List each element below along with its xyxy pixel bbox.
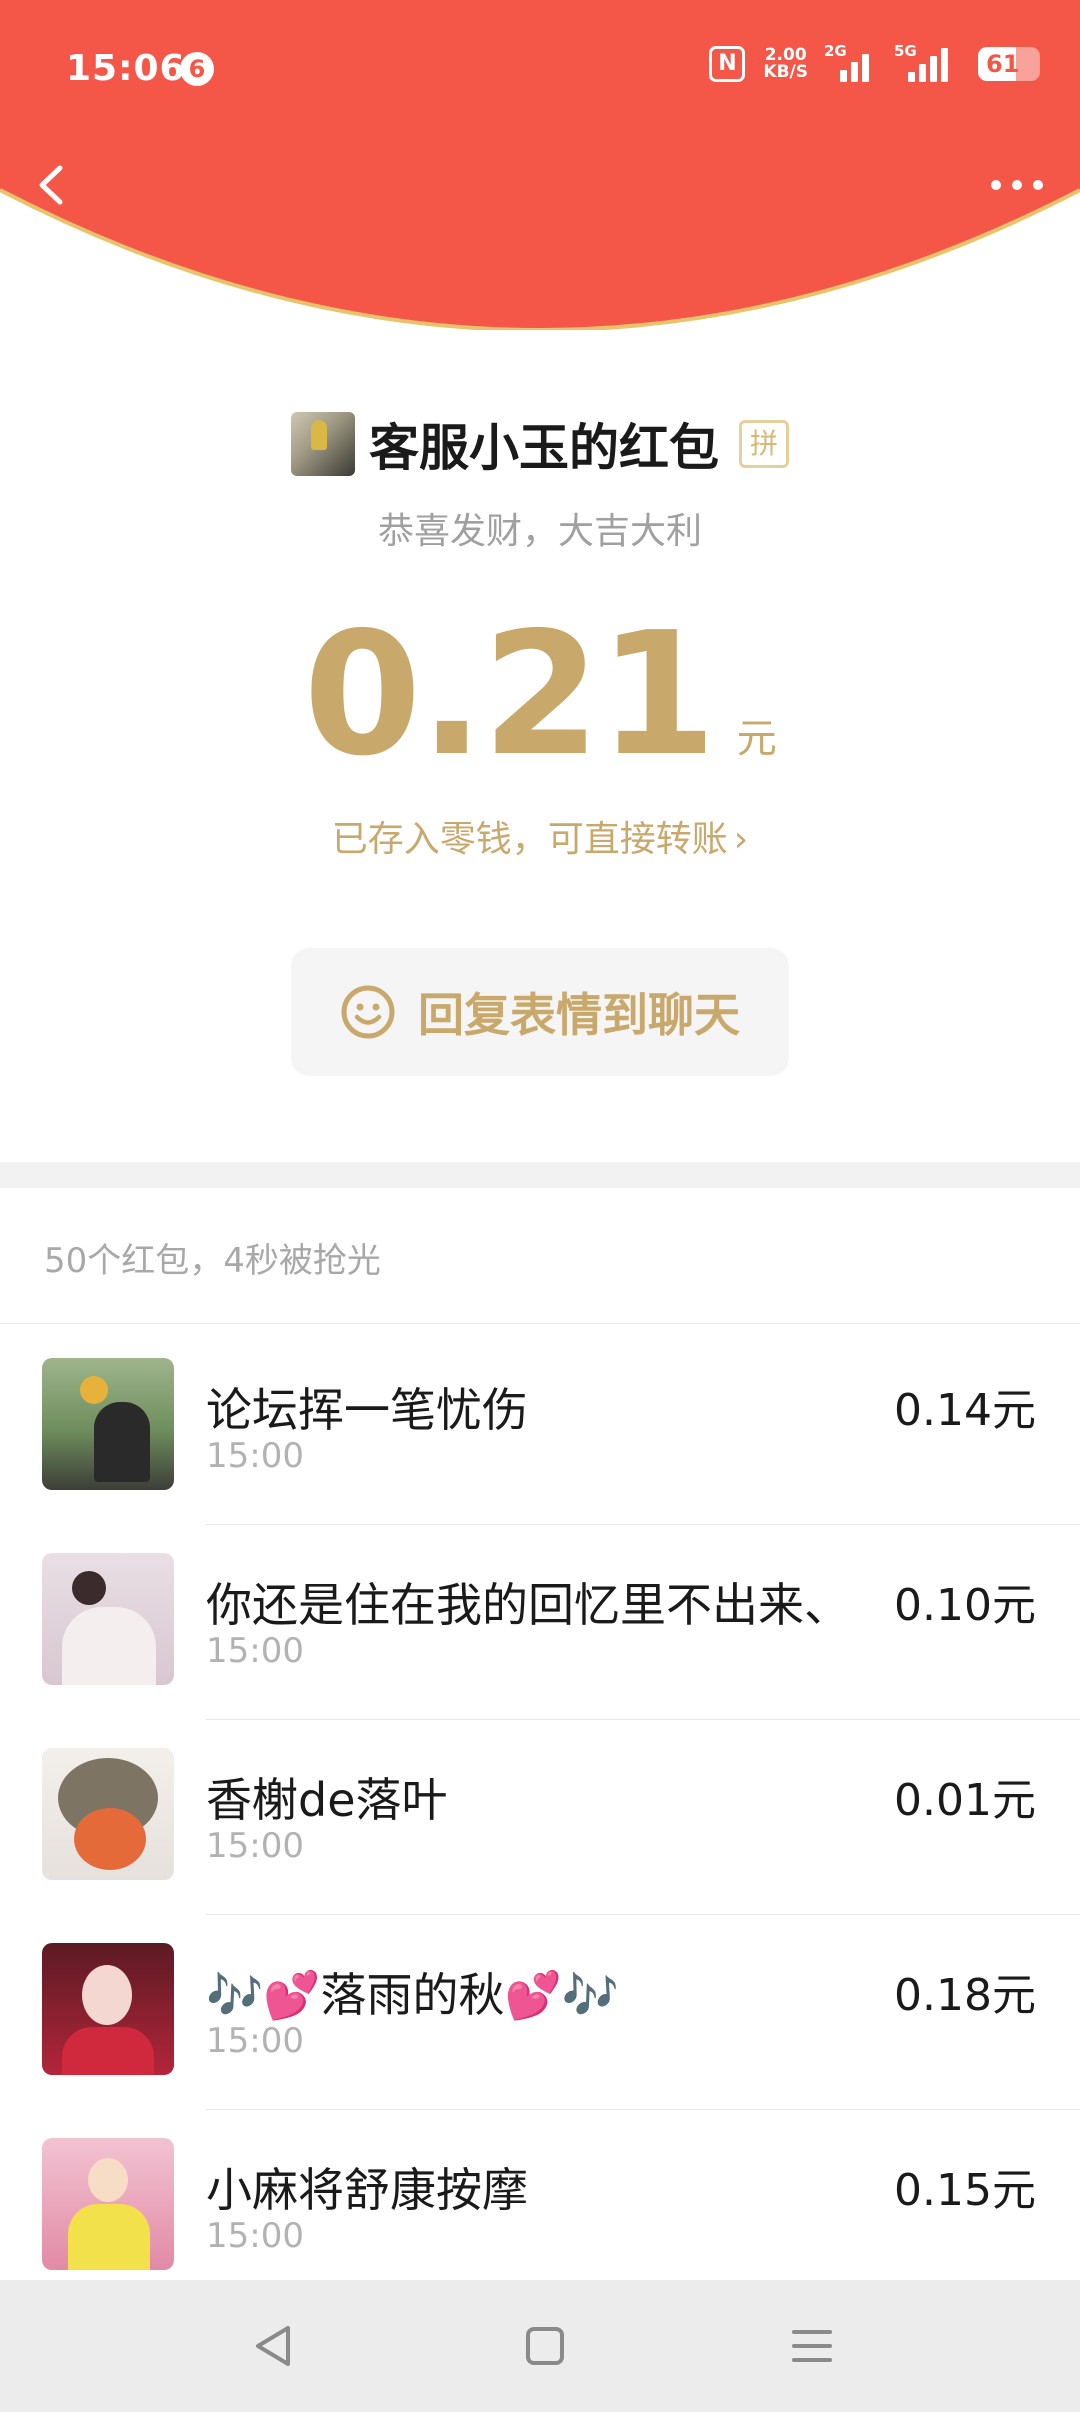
recipient-row[interactable]: 论坛挥一笔忧伤 15:00 0.14元 [0,1330,1080,1525]
sim2-network-label: 5G [894,42,917,60]
top-nav [0,150,1080,220]
recipient-amount: 0.18元 [894,1970,1036,2021]
recipient-time: 15:00 [206,2021,304,2061]
summary-divider [0,1323,1080,1324]
recipient-list: 论坛挥一笔忧伤 15:00 0.14元 你还是住在我的回忆里不出来、 15:00… [0,1330,1080,2305]
chevron-left-icon [39,165,63,205]
system-nav-bar [0,2280,1080,2412]
recipient-row[interactable]: 你还是住在我的回忆里不出来、 15:00 0.10元 [0,1525,1080,1720]
nav-home-button[interactable] [517,2318,573,2374]
notification-count-badge: 6 [180,52,214,86]
section-divider [0,1162,1080,1188]
network-speed-unit: KB/S [763,62,808,82]
recipient-amount: 0.10元 [894,1580,1036,1631]
triangle-back-icon [256,2326,290,2366]
chevron-right-icon: › [733,819,749,860]
recipient-time: 15:00 [206,2216,304,2256]
recipient-amount: 0.15元 [894,2165,1036,2216]
more-dots-icon [991,180,1043,190]
recipient-name: 论坛挥一笔忧伤 [206,1383,528,1437]
recipient-name: 小麻将舒康按摩 [206,2163,528,2217]
recipient-time: 15:00 [206,1631,304,1671]
battery-icon: 61 [978,47,1040,81]
recipient-row[interactable]: 🎶💕落雨的秋💕🎶 15:00 0.18元 [0,1915,1080,2110]
signal-sim1-icon: 2G [824,42,878,82]
reply-sticker-label: 回复表情到聊天 [418,988,740,1042]
greeting-text: 恭喜发财，大吉大利 [377,511,702,552]
recipient-avatar[interactable] [42,1358,174,1490]
recipient-time: 15:00 [206,1436,304,1476]
pin-badge: 拼 [739,420,789,468]
recipient-avatar[interactable] [42,1553,174,1685]
recipient-row[interactable]: 香榭de落叶 15:00 0.01元 [0,1720,1080,1915]
nav-back-button[interactable] [246,2318,302,2374]
recipient-row[interactable]: 小麻将舒康按摩 15:00 0.15元 [0,2110,1080,2305]
recipient-avatar[interactable] [42,1943,174,2075]
recipient-amount: 0.14元 [894,1385,1036,1436]
recipient-name: 你还是住在我的回忆里不出来、 [206,1578,850,1632]
grab-summary: 50个红包，4秒被抢光 [44,1241,381,1281]
recipient-avatar[interactable] [42,2138,174,2270]
reply-sticker-button[interactable]: 回复表情到聊天 [291,948,789,1076]
status-icons: N 2.00 KB/S 2G 5G 61 [709,42,1040,82]
sender-title: 客服小玉的红包 [369,419,719,477]
recipient-time: 15:00 [206,1826,304,1866]
back-button[interactable] [30,162,76,208]
sim1-network-label: 2G [824,42,847,60]
red-packet-detail-page: 15:06 6 N 2.00 KB/S 2G 5G 61 客服小玉的红包 拼 恭… [0,0,1080,2412]
saved-to-change-label: 已存入零钱，可直接转账 [331,819,728,860]
status-time: 15:06 [66,48,186,89]
received-amount: 0.21 [303,596,716,794]
amount-row: 0.21 元 [0,610,1080,780]
smile-icon [341,985,395,1039]
recipient-avatar[interactable] [42,1748,174,1880]
sender-avatar[interactable] [291,412,355,476]
nfc-icon: N [709,46,746,82]
recipient-name: 香榭de落叶 [206,1773,448,1827]
amount-unit: 元 [736,716,777,762]
recipient-name: 🎶💕落雨的秋💕🎶 [206,1968,620,2022]
saved-to-change-link[interactable]: 已存入零钱，可直接转账 › [0,810,1080,862]
status-bar: 15:06 6 N 2.00 KB/S 2G 5G 61 [0,40,1080,100]
hamburger-menu-icon [792,2330,832,2362]
network-speed: 2.00 KB/S [763,47,808,81]
nav-recents-button[interactable] [784,2318,840,2374]
recipient-amount: 0.01元 [894,1775,1036,1826]
signal-sim2-icon: 5G [894,42,960,82]
more-options-button[interactable] [984,162,1050,208]
square-home-icon [526,2327,564,2365]
battery-percent: 61 [986,50,1020,78]
sender-row: 客服小玉的红包 拼 [0,406,1080,482]
